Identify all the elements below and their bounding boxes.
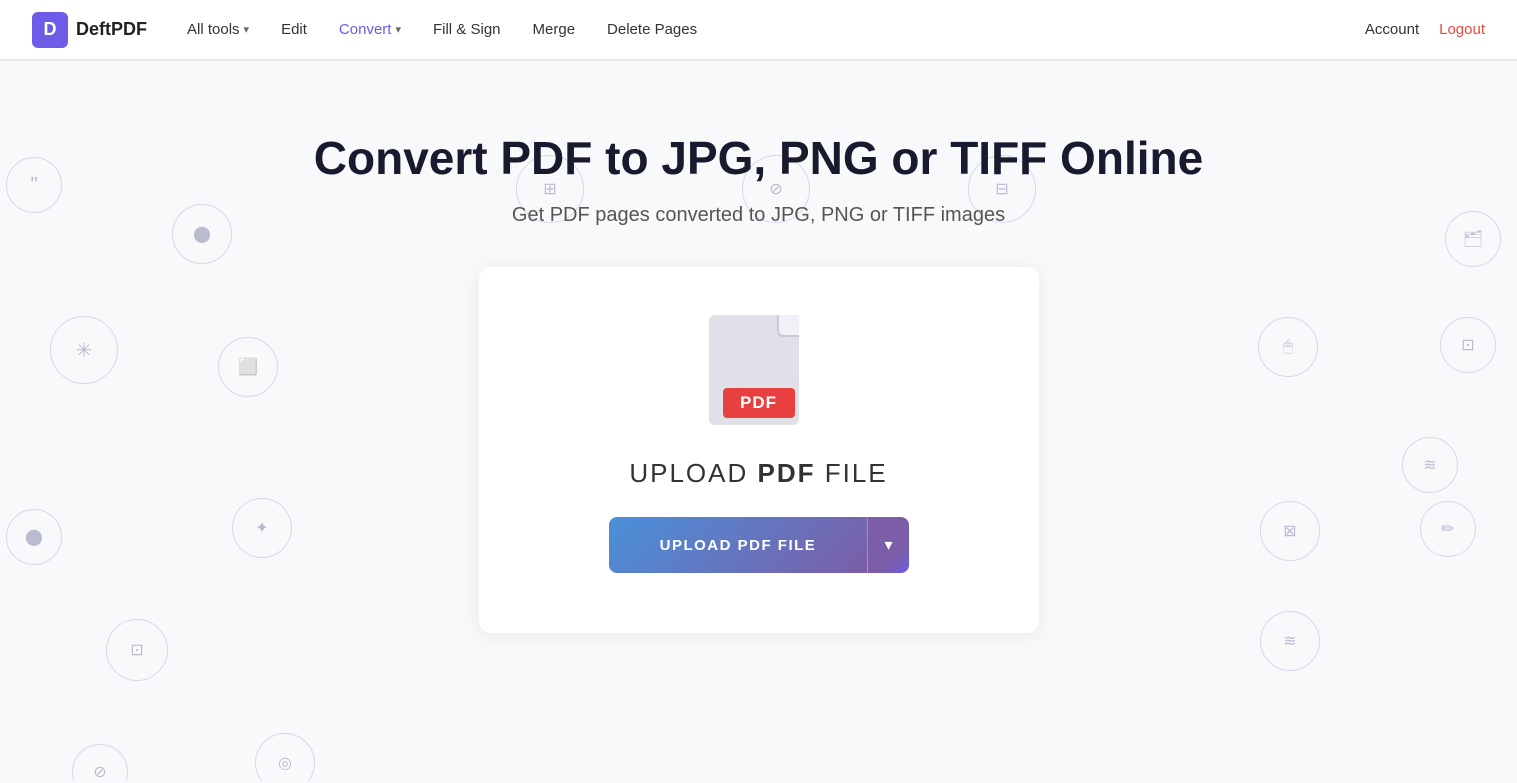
chevron-down-icon: ▾ (244, 23, 250, 36)
nav-edit[interactable]: Edit (281, 21, 307, 38)
nav-fill-sign[interactable]: Fill & Sign (433, 21, 501, 38)
logo[interactable]: D DeftPDF (32, 12, 147, 48)
pdf-file-icon: PDF (709, 315, 809, 430)
nav-convert[interactable]: Convert ▾ (339, 21, 401, 38)
bg-circle: ◎ (255, 733, 315, 781)
upload-dropdown-button[interactable]: ▾ (867, 517, 908, 573)
page-title: Convert PDF to JPG, PNG or TIFF Online (0, 131, 1517, 186)
upload-label: UPLOAD PDF FILE (629, 458, 887, 489)
nav-all-tools[interactable]: All tools ▾ (187, 21, 249, 38)
nav-right: Account Logout (1365, 21, 1485, 38)
logout-link[interactable]: Logout (1439, 21, 1485, 38)
upload-card: PDF UPLOAD PDF FILE UPLOAD PDF FILE ▾ (479, 267, 1039, 633)
navbar: D DeftPDF All tools ▾ Edit Convert ▾ Fil… (0, 0, 1517, 60)
nav-merge[interactable]: Merge (533, 21, 576, 38)
page-subtitle: Get PDF pages converted to JPG, PNG or T… (0, 204, 1517, 227)
logo-text: DeftPDF (76, 19, 147, 40)
nav-links: All tools ▾ Edit Convert ▾ Fill & Sign M… (187, 21, 1365, 38)
upload-button-group: UPLOAD PDF FILE ▾ (609, 517, 909, 573)
bg-circle: ⊘ (72, 744, 128, 781)
nav-delete-pages[interactable]: Delete Pages (607, 21, 697, 38)
logo-icon: D (32, 12, 68, 48)
account-link[interactable]: Account (1365, 21, 1419, 38)
pdf-badge: PDF (723, 388, 795, 418)
chevron-down-icon-convert: ▾ (395, 23, 401, 36)
upload-pdf-button[interactable]: UPLOAD PDF FILE (609, 517, 868, 573)
hero-section: Convert PDF to JPG, PNG or TIFF Online G… (0, 61, 1517, 633)
main-content: ⊞ ⊘ ⊟ " ⬤ ✳ ⬜ ⬤ ✦ ⊡ ◎ ⊘ 🗂 🖱 ⊡ ≋ ⊠ ✏ ≋ Co… (0, 61, 1517, 781)
